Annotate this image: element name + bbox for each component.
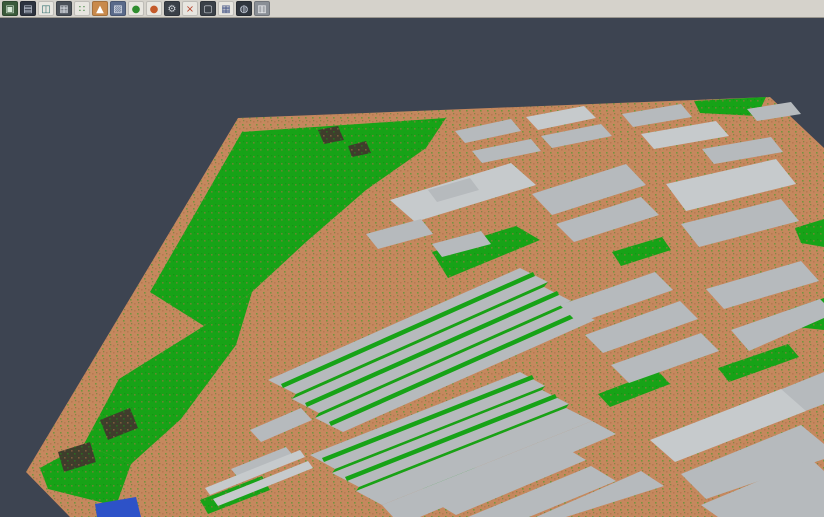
delete-region-icon[interactable]: × xyxy=(182,1,198,16)
point-cloud-icon[interactable]: ∷ xyxy=(74,1,90,16)
record-icon[interactable]: ● xyxy=(146,1,162,16)
crop-region-icon[interactable]: ▢ xyxy=(200,1,216,16)
show-cameras-icon[interactable]: ▦ xyxy=(56,1,72,16)
grid-view-icon[interactable]: ▦ xyxy=(218,1,234,16)
save-icon[interactable]: ▤ xyxy=(20,1,36,16)
application-window: ▣▤◫▦∷▲▨●●⚙×▢▦◍▥ xyxy=(0,0,824,517)
point-cloud-scene[interactable] xyxy=(0,0,824,517)
main-toolbar: ▣▤◫▦∷▲▨●●⚙×▢▦◍▥ xyxy=(0,0,824,18)
texture-icon[interactable]: ▨ xyxy=(110,1,126,16)
globe-icon[interactable]: ● xyxy=(128,1,144,16)
info-icon[interactable]: ▥ xyxy=(254,1,270,16)
open-project-icon[interactable]: ▣ xyxy=(2,1,18,16)
sphere-view-icon[interactable]: ◍ xyxy=(236,1,252,16)
viewport-3d[interactable] xyxy=(0,0,824,517)
settings-icon[interactable]: ⚙ xyxy=(164,1,180,16)
mesh-icon[interactable]: ▲ xyxy=(92,1,108,16)
view-mode-icon[interactable]: ◫ xyxy=(38,1,54,16)
